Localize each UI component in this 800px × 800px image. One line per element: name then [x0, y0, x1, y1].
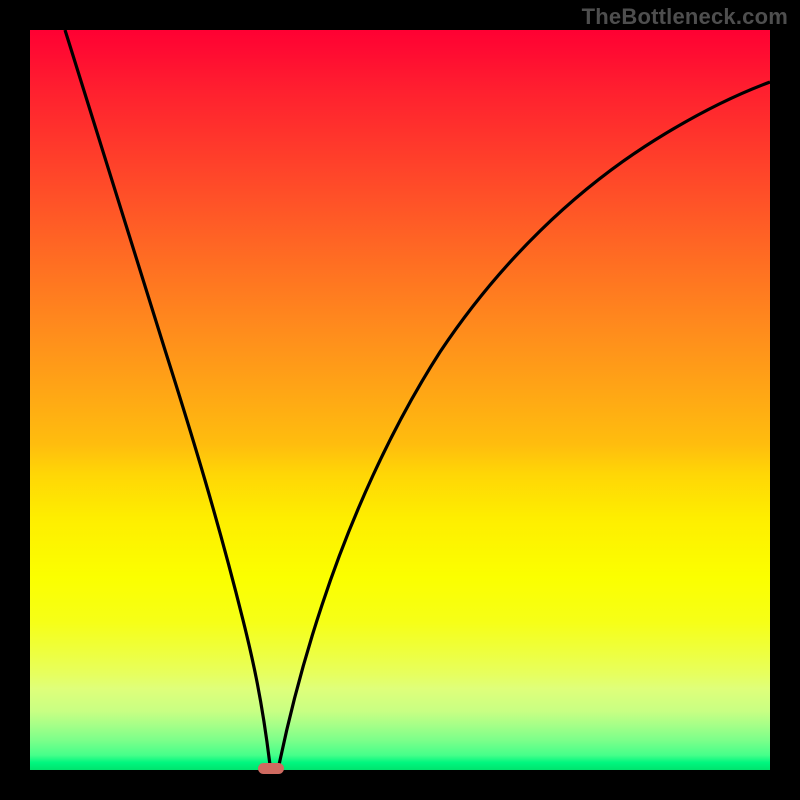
chart-frame: TheBottleneck.com	[0, 0, 800, 800]
bottleneck-curve-path	[65, 30, 770, 767]
minimum-marker	[258, 763, 284, 774]
watermark-text: TheBottleneck.com	[582, 4, 788, 30]
chart-svg	[30, 30, 770, 770]
plot-area	[30, 30, 770, 770]
